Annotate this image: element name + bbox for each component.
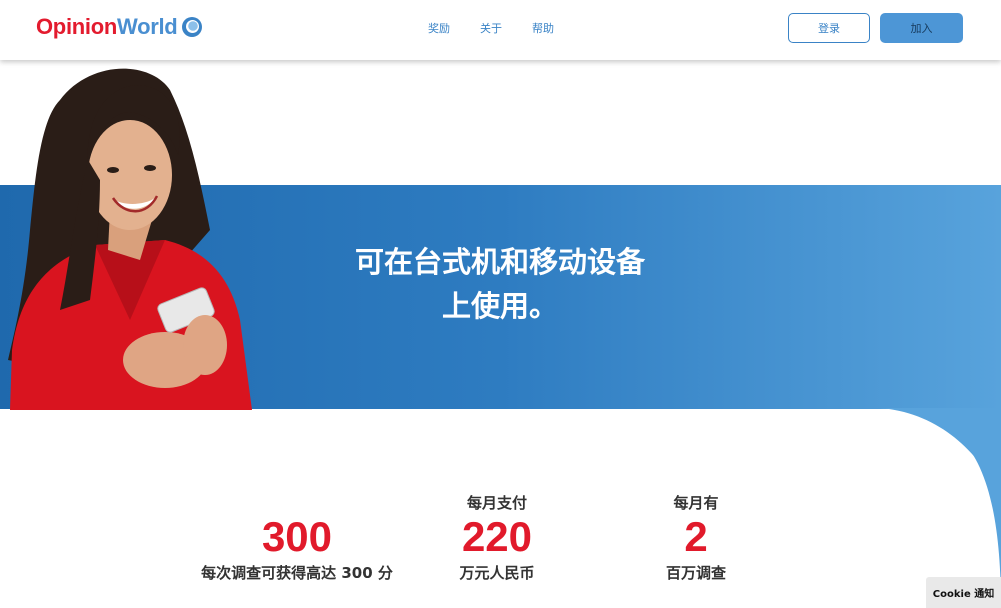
site-header: Opinion World 奖励 关于 帮助 登录 加入 <box>0 0 1001 60</box>
stat-value: 2 <box>684 513 708 560</box>
main-nav: 奖励 关于 帮助 <box>428 20 584 36</box>
join-button[interactable]: 加入 <box>880 13 963 43</box>
logo-text-opinion: Opinion <box>36 14 117 39</box>
cookie-notice-button[interactable]: Cookie 通知 <box>926 577 1001 608</box>
stat-value: 220 <box>461 513 533 560</box>
nav-link-about[interactable]: 关于 <box>480 20 502 36</box>
logo-text-world: World <box>117 14 178 39</box>
hero-woman-photo <box>8 68 252 410</box>
hero-heading-line2: 上使用。 <box>441 289 558 323</box>
hero-heading-line1: 可在台式机和移动设备 <box>354 245 645 279</box>
login-button[interactable]: 登录 <box>788 13 870 43</box>
stat-monthly-surveys: 每月有 2 百万调查 <box>630 492 762 583</box>
stat-prefix: 每月有 <box>673 494 719 512</box>
stat-suffix: 万元人民币 <box>459 564 535 582</box>
stat-suffix: 百万调查 <box>665 564 726 582</box>
stat-points: 300 每次调查可获得高达 300 分 <box>190 492 404 583</box>
stat-value: 300 <box>261 513 333 560</box>
hero-heading: 可在台式机和移动设备 上使用。 <box>320 240 680 328</box>
stat-monthly-payout: 每月支付 220 万元人民币 <box>430 492 564 583</box>
stat-suffix: 每次调查可获得高达 300 分 <box>201 564 393 582</box>
stat-prefix: 每月支付 <box>466 494 527 512</box>
opinionworld-logo[interactable]: Opinion World <box>36 12 203 42</box>
nav-link-help[interactable]: 帮助 <box>532 20 554 36</box>
stat-prefix <box>190 492 404 514</box>
speech-bubble-logo-icon <box>182 17 203 37</box>
nav-link-rewards[interactable]: 奖励 <box>428 20 450 36</box>
